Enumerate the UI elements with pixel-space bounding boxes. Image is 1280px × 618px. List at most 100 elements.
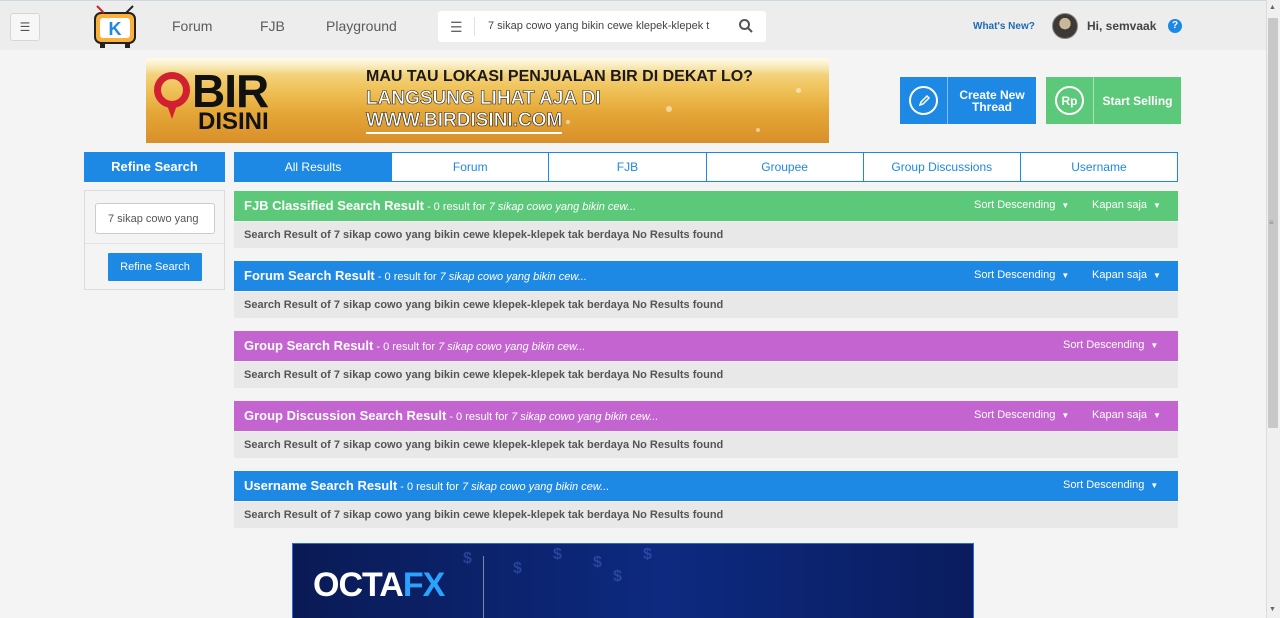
global-search-bar: ☰ 7 sikap cowo yang bikin cewe klepek-kl… [438,11,766,42]
refine-search-button[interactable]: Refine Search [108,253,202,281]
banner-bubble [756,128,760,132]
fjb-time-dropdown[interactable]: Kapan saja ▼ [1092,199,1161,211]
avatar[interactable] [1052,13,1078,39]
banner-bubble [796,88,801,93]
hamburger-menu-button[interactable]: ☰ [10,13,40,41]
group-result-message: Search Result of 7 sikap cowo yang bikin… [234,362,1178,388]
chevron-down-icon: ▼ [1061,201,1070,210]
result-count: - 0 result for [446,411,512,423]
refine-search-heading: Refine Search [84,152,225,182]
result-count: - 0 result for [373,341,439,353]
chevron-down-icon: ▼ [1150,341,1159,350]
group-discussion-result-title: Group Discussion Search Result - 0 resul… [244,408,658,423]
refine-divider [85,243,224,244]
menu-icon: ☰ [19,20,31,34]
start-selling-label: Start Selling [1102,93,1173,108]
forum-sort-dropdown[interactable]: Sort Descending ▼ [974,269,1069,281]
tab-forum[interactable]: Forum [392,153,550,181]
result-query: 7 sikap cowo yang bikin cew... [488,201,637,213]
result-query: 7 sikap cowo yang bikin cew... [461,481,610,493]
result-title-text: Group Search Result [244,338,374,353]
chevron-down-icon: ▼ [1061,411,1070,420]
username-sort-dropdown[interactable]: Sort Descending ▼ [1063,479,1158,491]
fjb-result-title: FJB Classified Search Result - 0 result … [244,198,636,213]
sell-icon-wrap: Rp [1046,77,1094,124]
search-input[interactable]: 7 sikap cowo yang bikin cewe klepek-klep… [488,20,724,32]
location-pin-icon [154,72,190,108]
tab-fjb[interactable]: FJB [549,153,707,181]
forum-time-dropdown[interactable]: Kapan saja ▼ [1092,269,1161,281]
sort-label: Sort Descending [1063,339,1145,351]
banner-url: WWW.BIRDISINI.COM [366,110,563,134]
banner-bubble [566,120,570,124]
forum-result-message: Search Result of 7 sikap cowo yang bikin… [234,292,1178,318]
chevron-down-icon: ▼ [1153,271,1161,280]
group-discussion-result-message: Search Result of 7 sikap cowo yang bikin… [234,432,1178,458]
kaskus-logo[interactable]: K [88,5,142,49]
fjb-result-message: Search Result of 7 sikap cowo yang bikin… [234,222,1178,248]
start-selling-button[interactable]: Rp Start Selling [1046,77,1181,124]
create-new-thread-button[interactable]: Create New Thread [900,77,1036,124]
octafx-banner-ad[interactable]: $ $ $ $ $ $ OCTAFX [292,543,974,618]
time-label: Kapan saja [1092,409,1148,421]
result-count: - 0 result for [423,201,489,213]
octafx-logo: OCTAFX [313,566,445,605]
group-result-header: Group Search Result - 0 result for 7 sik… [234,331,1178,361]
banner-headline: MAU TAU LOKASI PENJUALAN BIR DI DEKAT LO… [366,68,753,85]
user-greeting[interactable]: Hi, semvaak [1087,19,1156,33]
group-discussion-result-header: Group Discussion Search Result - 0 resul… [234,401,1178,431]
rupiah-icon: Rp [1055,86,1084,115]
chevron-down-icon: ▼ [1153,201,1161,210]
nav-forum-link[interactable]: Forum [172,18,212,34]
fjb-sort-dropdown[interactable]: Sort Descending ▼ [974,199,1069,211]
result-title-text: FJB Classified Search Result [244,198,424,213]
result-query: 7 sikap cowo yang bikin cew... [511,411,659,423]
tab-username[interactable]: Username [1021,153,1177,181]
scrollbar-grip-icon: ≡ [1269,218,1274,227]
sort-label: Sort Descending [974,409,1056,421]
whats-new-link[interactable]: What's New? [973,21,1035,32]
top-navbar: ☰ K Forum FJB Playground ☰ 7 sikap cowo … [0,0,1266,50]
sort-label: Sort Descending [1063,479,1145,491]
octafx-logo-a: OCTA [313,566,404,604]
username-result-title: Username Search Result - 0 result for 7 … [244,478,609,493]
chevron-down-icon: ▼ [1061,271,1070,280]
dollar-decoration: $ [463,550,472,567]
group-discussion-time-dropdown[interactable]: Kapan saja ▼ [1092,409,1161,421]
chevron-down-icon: ▼ [1150,481,1159,490]
dollar-decoration: $ [613,568,622,585]
nav-fjb-link[interactable]: FJB [260,18,285,34]
sort-label: Sort Descending [974,199,1056,211]
group-sort-dropdown[interactable]: Sort Descending ▼ [1063,339,1158,351]
result-count: - 0 result for [397,481,462,493]
banner-subline: LANGSUNG LIHAT AJA DI [366,88,601,110]
octafx-logo-b: FX [402,566,445,604]
search-category-icon[interactable]: ☰ [450,19,463,36]
refine-search-panel: 7 sikap cowo yang Refine Search [84,190,225,290]
result-title-text: Forum Search Result [244,268,375,283]
group-result-title: Group Search Result - 0 result for 7 sik… [244,338,585,353]
result-query: 7 sikap cowo yang bikin cew... [439,271,587,283]
result-title-text: Group Discussion Search Result [244,408,447,423]
group-discussion-sort-dropdown[interactable]: Sort Descending ▼ [974,409,1069,421]
tab-all-results[interactable]: All Results [235,153,393,181]
dollar-decoration: $ [553,546,562,563]
result-count: - 0 result for [374,271,440,283]
pencil-icon [909,86,938,115]
refine-search-input[interactable]: 7 sikap cowo yang [95,203,215,234]
birdisini-banner-ad[interactable]: BIR DISINI MAU TAU LOKASI PENJUALAN BIR … [146,58,829,143]
banner-bubble [666,106,672,112]
nav-playground-link[interactable]: Playground [326,18,397,34]
time-label: Kapan saja [1092,199,1148,211]
time-label: Kapan saja [1092,269,1148,281]
svg-text:K: K [109,19,122,39]
scroll-up-icon[interactable]: ▲ [1269,4,1276,11]
tab-groupee[interactable]: Groupee [707,153,864,181]
scroll-down-icon[interactable]: ▼ [1269,606,1276,613]
dollar-decoration: $ [513,560,522,577]
help-icon[interactable]: ? [1168,19,1182,33]
tab-group-discussions[interactable]: Group Discussions [864,153,1021,181]
create-thread-label: Create New Thread [959,87,1025,114]
username-result-header: Username Search Result - 0 result for 7 … [234,471,1178,501]
search-icon[interactable] [738,18,754,34]
